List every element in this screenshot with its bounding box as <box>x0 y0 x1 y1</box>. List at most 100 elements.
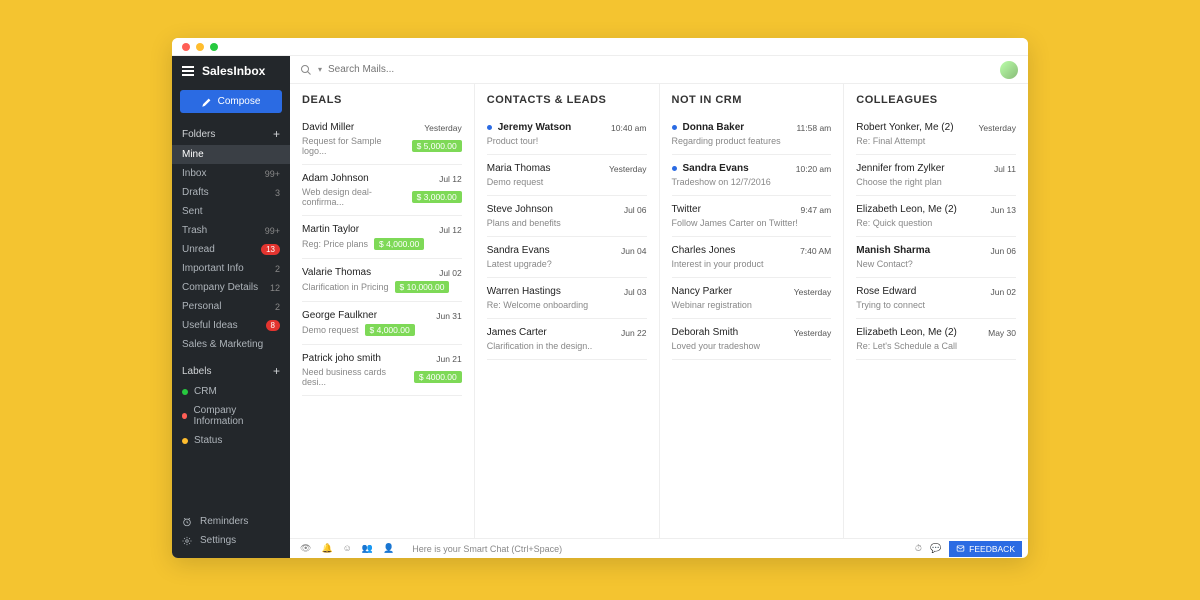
folder-label: Mine <box>182 149 204 160</box>
mail-card[interactable]: Jennifer from ZylkerJul 11Choose the rig… <box>856 155 1016 196</box>
sidebar-folder-inbox[interactable]: Inbox99+ <box>172 164 290 183</box>
deal-amount: $ 10,000.00 <box>395 281 450 293</box>
mail-card[interactable]: Patrick joho smithJun 21Need business ca… <box>302 345 462 396</box>
smartchat-hint[interactable]: Here is your Smart Chat (Ctrl+Space) <box>404 544 909 554</box>
mail-card[interactable]: Robert Yonker, Me (2)YesterdayRe: Final … <box>856 114 1016 155</box>
mail-card[interactable]: Sandra Evans10:20 amTradeshow on 12/7/20… <box>672 155 832 196</box>
mail-subject: Re: Let's Schedule a Call <box>856 341 957 351</box>
sidebar-label-company-information[interactable]: Company Information <box>172 401 290 431</box>
mail-sender: Steve Johnson <box>487 204 618 215</box>
search-icon <box>300 64 312 76</box>
menu-icon[interactable] <box>182 66 194 76</box>
sidebar-folder-drafts[interactable]: Drafts3 <box>172 183 290 202</box>
mail-card[interactable]: Elizabeth Leon, Me (2)Jun 13Re: Quick qu… <box>856 196 1016 237</box>
compose-button[interactable]: Compose <box>180 90 282 113</box>
mail-card[interactable]: Deborah SmithYesterdayLoved your tradesh… <box>672 319 832 360</box>
sidebar-folder-sales-marketing[interactable]: Sales & Marketing <box>172 335 290 354</box>
window-maximize-icon[interactable] <box>210 43 218 51</box>
search-box[interactable]: ▾ <box>300 64 992 76</box>
mail-card[interactable]: James CarterJun 22Clarification in the d… <box>487 319 647 360</box>
mail-card[interactable]: Warren HastingsJul 03Re: Welcome onboard… <box>487 278 647 319</box>
add-folder-icon[interactable]: + <box>273 127 280 141</box>
mail-card[interactable]: Nancy Parker Yesterday Webinar registratio… <box>672 278 832 319</box>
mail-sender: Patrick joho smith <box>302 353 430 364</box>
add-label-icon[interactable]: + <box>273 364 280 378</box>
footer-person-icon[interactable]: 👤 <box>383 543 394 554</box>
mail-time: 7:40 AM <box>800 246 831 256</box>
mail-card[interactable]: Valarie ThomasJul 02Clarification in Pri… <box>302 259 462 302</box>
user-avatar[interactable] <box>1000 61 1018 79</box>
column-contacts-leads: CONTACTS & LEADSJeremy Watson10:40 amPro… <box>475 84 660 538</box>
sidebar-folder-sent[interactable]: Sent <box>172 202 290 221</box>
mail-card[interactable]: Twitter9:47 amFollow James Carter on Twi… <box>672 196 832 237</box>
sidebar-label-status[interactable]: Status <box>172 431 290 450</box>
footer-people-icon[interactable]: 👥 <box>362 543 373 554</box>
mail-card[interactable]: Manish SharmaJun 06New Contact? <box>856 237 1016 278</box>
mail-subject: Webinar registration <box>672 300 752 310</box>
mail-card[interactable]: George FaulknerJun 31Demo request$ 4,000… <box>302 302 462 345</box>
sidebar-folder-personal[interactable]: Personal2 <box>172 297 290 316</box>
deal-amount: $ 5,000.00 <box>412 140 462 152</box>
folder-label: Trash <box>182 225 207 236</box>
label-text: Status <box>194 435 222 446</box>
mail-sender: Nancy Parker <box>672 286 788 297</box>
sidebar-folder-company-details[interactable]: Company Details12 <box>172 278 290 297</box>
sidebar-label-crm[interactable]: CRM <box>172 382 290 401</box>
mail-subject: Latest upgrade? <box>487 259 552 269</box>
label-color-dot <box>182 389 188 395</box>
mail-sender: Sandra Evans <box>487 245 615 256</box>
mail-subject: Web design deal-confirma... <box>302 187 406 207</box>
footer-bell-icon[interactable]: 🔔 <box>321 543 332 554</box>
footer-chat-icon[interactable]: 💬 <box>930 543 941 554</box>
unread-badge: 13 <box>261 244 280 255</box>
mail-card[interactable]: Adam JohnsonJul 12Web design deal-confir… <box>302 165 462 216</box>
column-title: DEALS <box>302 94 462 106</box>
footer-eye-icon[interactable]: 👁 <box>300 543 311 554</box>
mail-time: 11:58 am <box>796 123 831 133</box>
mail-subject: Plans and benefits <box>487 218 561 228</box>
mail-subject: Re: Quick question <box>856 218 932 228</box>
deal-amount: $ 4,000.00 <box>374 238 424 250</box>
mail-card[interactable]: Steve JohnsonJul 06Plans and benefits <box>487 196 647 237</box>
mail-card[interactable]: Maria ThomasYesterdayDemo request <box>487 155 647 196</box>
mail-card[interactable]: Charles Jones7:40 AMInterest in your pro… <box>672 237 832 278</box>
folder-count: 99+ <box>265 169 280 179</box>
mail-sender: Deborah Smith <box>672 327 788 338</box>
mail-subject: Demo request <box>302 325 359 335</box>
sidebar-folder-mine[interactable]: Mine <box>172 145 290 164</box>
mail-sender: James Carter <box>487 327 615 338</box>
mail-card[interactable]: Elizabeth Leon, Me (2)May 30Re: Let's Sc… <box>856 319 1016 360</box>
mail-sender: Twitter <box>672 204 795 215</box>
mail-card[interactable]: Rose EdwardJun 02Trying to connect <box>856 278 1016 319</box>
mail-sender: Valarie Thomas <box>302 267 433 278</box>
window-minimize-icon[interactable] <box>196 43 204 51</box>
window-close-icon[interactable] <box>182 43 190 51</box>
mail-card[interactable]: Sandra EvansJun 04Latest upgrade? <box>487 237 647 278</box>
reminders-link[interactable]: Reminders <box>182 512 280 531</box>
footer-clock-icon[interactable]: ⏱ <box>915 543 922 554</box>
column-colleagues: COLLEAGUESRobert Yonker, Me (2)Yesterday… <box>844 84 1028 538</box>
folder-label: Unread <box>182 244 215 255</box>
unread-dot-icon <box>672 125 677 130</box>
settings-link[interactable]: Settings <box>182 531 280 550</box>
mail-card[interactable]: David MillerYesterdayRequest for Sample … <box>302 114 462 165</box>
mail-sender: Charles Jones <box>672 245 795 256</box>
sidebar-folder-important-info[interactable]: Important Info2 <box>172 259 290 278</box>
footer-bar: 👁 🔔 ☺ 👥 👤 Here is your Smart Chat (Ctrl+… <box>290 538 1028 558</box>
clock-icon <box>182 517 192 527</box>
mail-time: Yesterday <box>794 287 832 297</box>
mail-card[interactable]: Donna Baker11:58 amRegarding product fea… <box>672 114 832 155</box>
app-window: SalesInbox Compose Folders + MineInbox99… <box>172 38 1028 558</box>
footer-smile-icon[interactable]: ☺ <box>343 543 352 554</box>
mail-card[interactable]: Jeremy Watson10:40 amProduct tour! <box>487 114 647 155</box>
mail-card[interactable]: Martin TaylorJul 12Reg: Price plans$ 4,0… <box>302 216 462 259</box>
feedback-button[interactable]: FEEDBACK <box>949 541 1022 557</box>
sidebar-folder-useful-ideas[interactable]: Useful Ideas8 <box>172 316 290 335</box>
label-color-dot <box>182 438 188 444</box>
mail-subject: Tradeshow on 12/7/2016 <box>672 177 771 187</box>
label-text: CRM <box>194 386 217 397</box>
sidebar-folder-trash[interactable]: Trash99+ <box>172 221 290 240</box>
mail-sender: Jeremy Watson <box>498 122 605 133</box>
search-input[interactable] <box>328 64 992 75</box>
sidebar-folder-unread[interactable]: Unread 13 <box>172 240 290 259</box>
